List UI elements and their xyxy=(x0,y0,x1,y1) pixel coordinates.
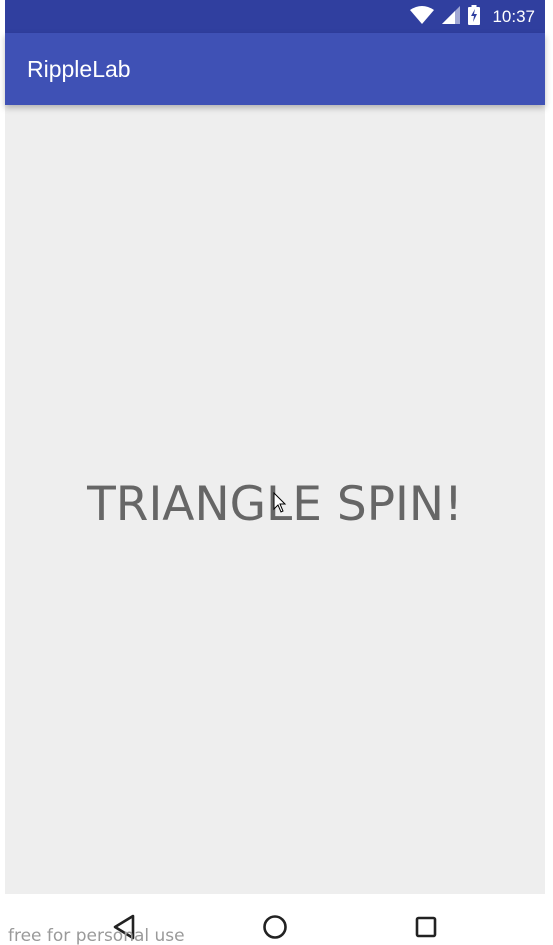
battery-charging-icon xyxy=(468,4,481,29)
app-bar: RippleLab xyxy=(5,33,545,105)
watermark-text: free for personal use xyxy=(8,926,185,945)
cell-signal-icon xyxy=(442,5,461,28)
recents-square-icon[interactable] xyxy=(411,912,441,942)
status-time: 10:37 xyxy=(492,6,535,26)
wifi-icon xyxy=(410,5,435,28)
main-content[interactable]: TRIANGLE SPIN! xyxy=(5,105,545,894)
device-screen: 10:37 RippleLab TRIANGLE SPIN! free for … xyxy=(0,0,553,945)
status-bar: 10:37 xyxy=(5,0,545,33)
app-title: RippleLab xyxy=(27,56,131,82)
home-circle-icon[interactable] xyxy=(260,912,290,942)
mouse-cursor-icon xyxy=(273,491,287,514)
status-icons: 10:37 xyxy=(410,0,535,33)
